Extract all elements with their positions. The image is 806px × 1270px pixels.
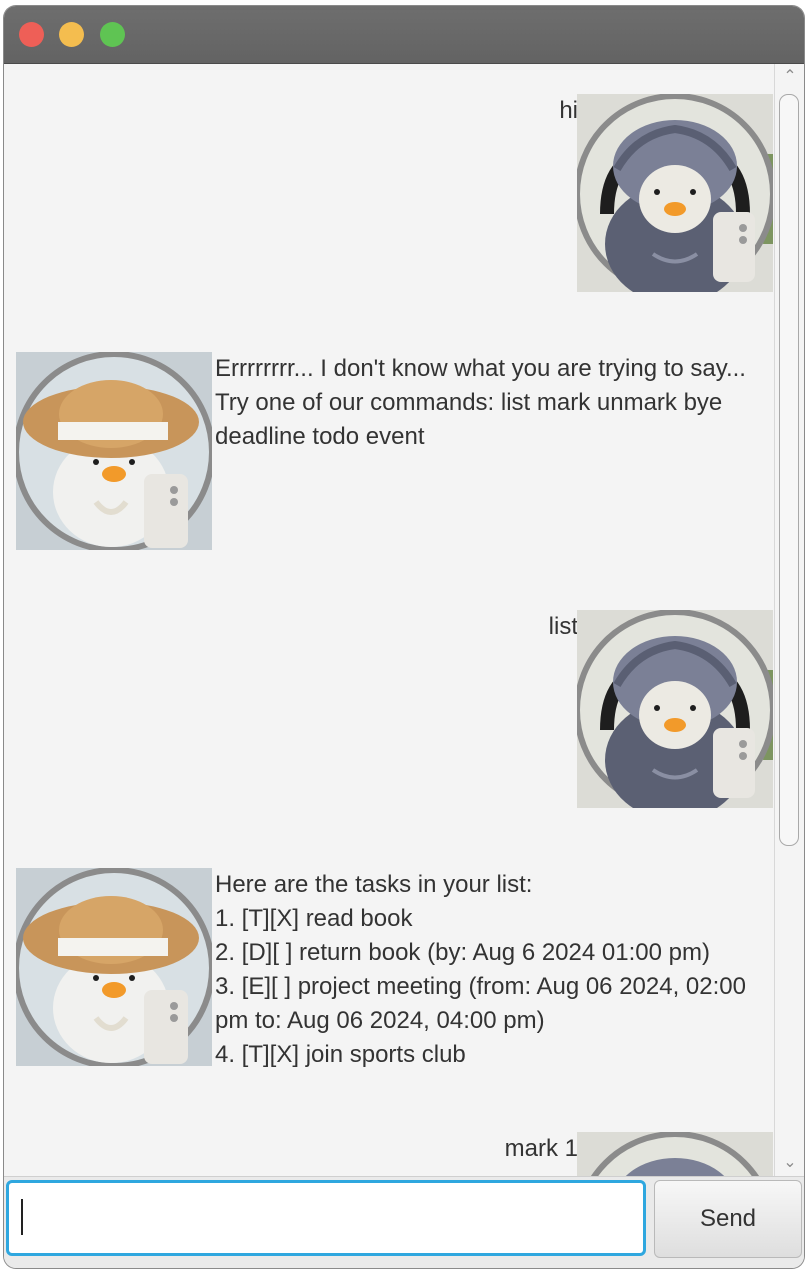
user-message: list xyxy=(548,613,578,640)
bot-dialog: Here are the tasks in your list: 1. [T][… xyxy=(4,868,774,1108)
user-avatar-icon xyxy=(577,610,773,808)
user-avatar-icon xyxy=(577,1132,773,1176)
user-dialog: hi xyxy=(4,64,774,364)
title-bar[interactable] xyxy=(4,6,804,64)
scrollbar-thumb[interactable] xyxy=(779,94,799,846)
bot-avatar-icon xyxy=(16,352,212,550)
app-window: hi Errrrrrrr... I don't know what you ar… xyxy=(4,6,804,1268)
scroll-up-icon[interactable]: ⌃ xyxy=(780,68,800,86)
close-window-button[interactable] xyxy=(19,22,44,47)
minimize-window-button[interactable] xyxy=(59,22,84,47)
scroll-down-icon[interactable]: ⌄ xyxy=(780,1154,800,1172)
bot-avatar-icon xyxy=(16,868,212,1066)
user-message: mark 1 xyxy=(504,1135,578,1162)
bot-dialog: Errrrrrrr... I don't know what you are t… xyxy=(4,352,774,582)
user-message: hi xyxy=(559,97,578,124)
maximize-window-button[interactable] xyxy=(100,22,125,47)
vertical-scrollbar[interactable]: ⌃ ⌄ xyxy=(774,64,804,1176)
dialog-scroll-pane[interactable]: hi Errrrrrrr... I don't know what you ar… xyxy=(4,64,804,1176)
send-button[interactable]: Send xyxy=(654,1180,802,1258)
user-avatar-icon xyxy=(577,94,773,292)
bot-message: Errrrrrrr... I don't know what you are t… xyxy=(215,355,746,450)
user-dialog: list xyxy=(4,580,774,840)
message-input[interactable] xyxy=(6,1180,646,1256)
text-caret xyxy=(21,1199,23,1235)
user-dialog: mark 1 xyxy=(4,1102,774,1176)
input-bar: Send xyxy=(4,1176,804,1268)
bot-message: Here are the tasks in your list: 1. [T][… xyxy=(215,871,746,1068)
